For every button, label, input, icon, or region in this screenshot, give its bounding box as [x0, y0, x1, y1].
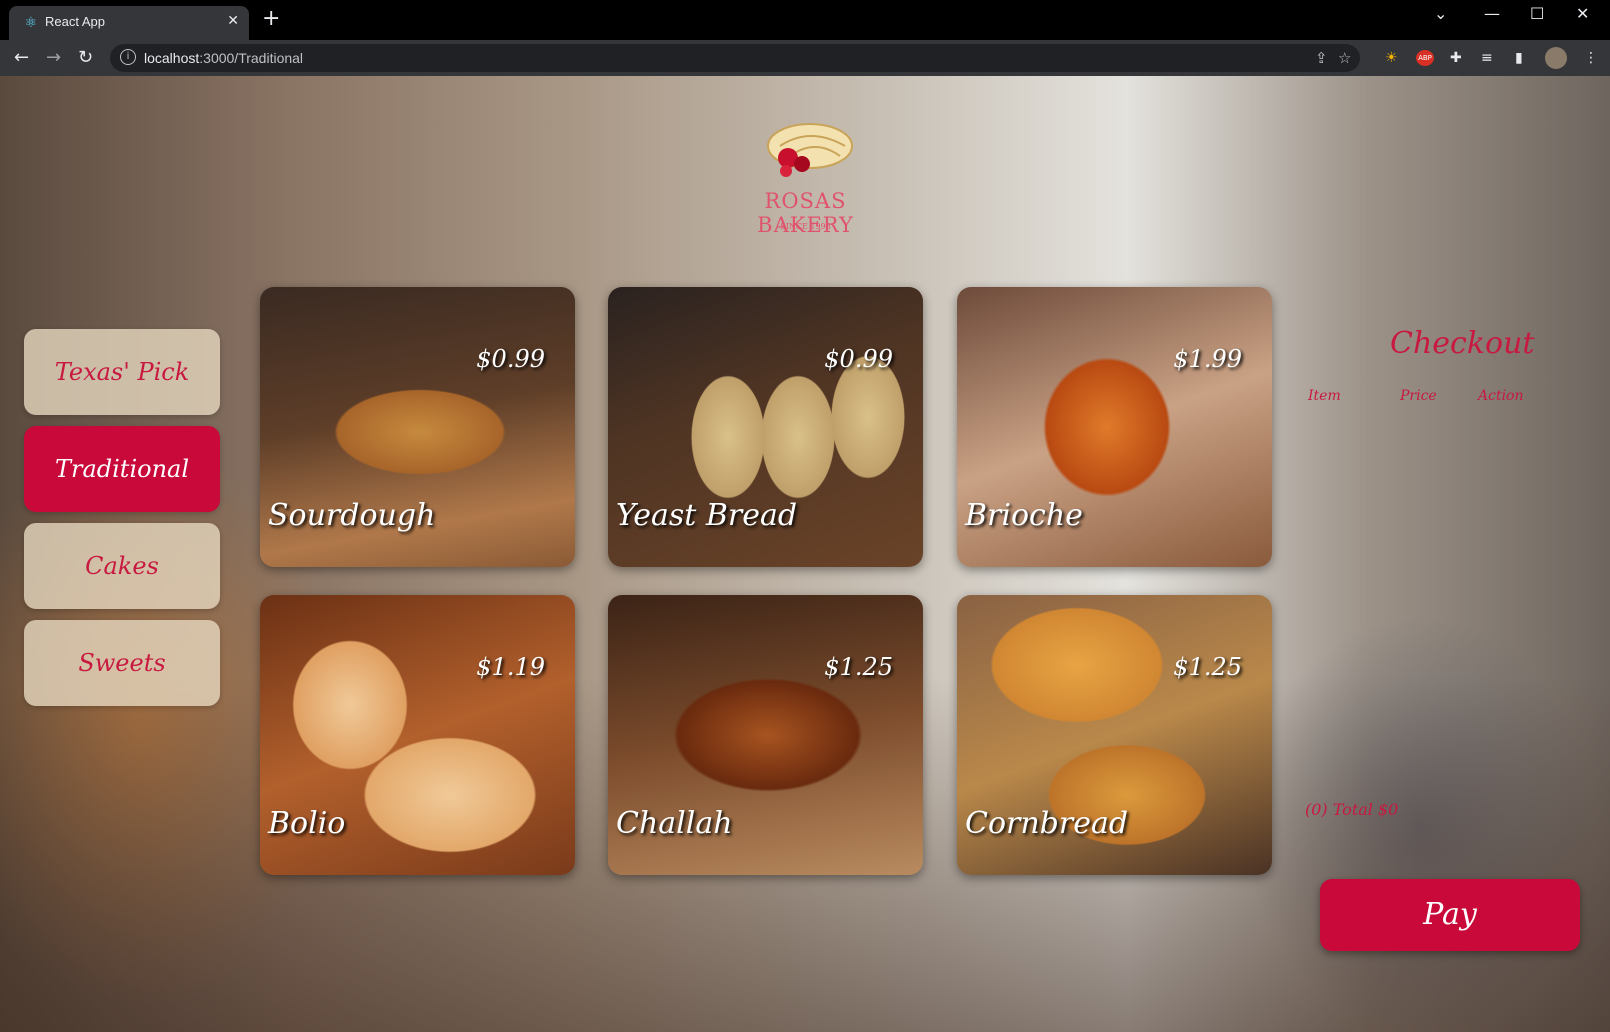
bakery-page: ROSAS BAKERY SINCE 1998 Texas' Pick Trad… [0, 76, 1610, 1032]
reload-icon[interactable]: ↻ [78, 48, 93, 68]
tab-title: React App [45, 14, 105, 29]
product-name: Challah [616, 806, 733, 841]
checkout-column-price: Price [1400, 388, 1437, 404]
minimize-icon[interactable]: — [1484, 4, 1500, 23]
react-logo-icon: ⚛ [24, 15, 38, 31]
profile-avatar[interactable] [1545, 47, 1567, 69]
product-name: Brioche [965, 498, 1083, 533]
product-price: $1.19 [476, 653, 545, 681]
bread-roses-logo-icon [767, 123, 853, 177]
product-price: $1.99 [1173, 345, 1242, 373]
product-card-yeast-bread[interactable]: $0.99 Yeast Bread [608, 287, 923, 567]
product-card-bolio[interactable]: $1.19 Bolio [260, 595, 575, 875]
product-name: Cornbread [965, 806, 1129, 841]
bookmark-star-icon[interactable]: ☆ [1338, 49, 1351, 67]
site-info-icon[interactable]: i [120, 49, 136, 65]
forward-icon[interactable]: → [46, 48, 61, 68]
checkout-title: Checkout [1390, 326, 1535, 361]
new-tab-icon[interactable]: + [262, 8, 280, 30]
checkout-total: (0) Total $0 [1305, 800, 1399, 819]
share-icon[interactable]: ⇪ [1315, 49, 1328, 67]
adblock-extension-icon[interactable]: ABP [1416, 50, 1434, 66]
product-card-challah[interactable]: $1.25 Challah [608, 595, 923, 875]
brand-logo: ROSAS BAKERY SINCE 1998 [718, 116, 893, 237]
product-name: Sourdough [268, 498, 436, 533]
checkout-column-action: Action [1478, 388, 1524, 404]
product-price: $0.99 [824, 345, 893, 373]
product-card-brioche[interactable]: $1.99 Brioche [957, 287, 1272, 567]
product-price: $1.25 [824, 653, 893, 681]
url-text: localhost:3000/Traditional [144, 50, 304, 66]
back-icon[interactable]: ← [14, 48, 29, 68]
pay-button[interactable]: Pay [1320, 879, 1580, 951]
category-cakes-button[interactable]: Cakes [24, 523, 220, 609]
tab-search-icon[interactable]: ⌄ [1434, 4, 1447, 23]
menu-kebab-icon[interactable]: ⋮ [1584, 48, 1598, 68]
product-name: Yeast Bread [616, 498, 798, 533]
side-panel-icon[interactable]: ▮ [1515, 48, 1523, 68]
brand-since: SINCE 1998 [780, 222, 831, 231]
close-window-icon[interactable]: ✕ [1576, 4, 1589, 23]
close-tab-icon[interactable]: ✕ [227, 13, 239, 29]
product-card-sourdough[interactable]: $0.99 Sourdough [260, 287, 575, 567]
extensions-puzzle-icon[interactable]: ✚ [1450, 48, 1462, 68]
category-texas-pick-button[interactable]: Texas' Pick [24, 329, 220, 415]
product-name: Bolio [268, 806, 346, 841]
reading-list-icon[interactable]: ≡ [1481, 48, 1493, 68]
browser-tab[interactable]: ⚛ React App ✕ [9, 6, 249, 40]
maximize-icon[interactable]: ☐ [1530, 4, 1544, 23]
address-bar[interactable]: i localhost:3000/Traditional ⇪ ☆ [110, 44, 1360, 72]
category-traditional-button[interactable]: Traditional [24, 426, 220, 512]
browser-tab-bar: ⚛ React App ✕ + ⌄ — ☐ ✕ [0, 0, 1610, 40]
product-price: $1.25 [1173, 653, 1242, 681]
product-price: $0.99 [476, 345, 545, 373]
category-sweets-button[interactable]: Sweets [24, 620, 220, 706]
product-card-cornbread[interactable]: $1.25 Cornbread [957, 595, 1272, 875]
browser-toolbar: ← → ↻ i localhost:3000/Traditional ⇪ ☆ ☀… [0, 40, 1610, 76]
checkout-column-item: Item [1308, 388, 1341, 404]
brightness-extension-icon[interactable]: ☀ [1385, 48, 1398, 68]
